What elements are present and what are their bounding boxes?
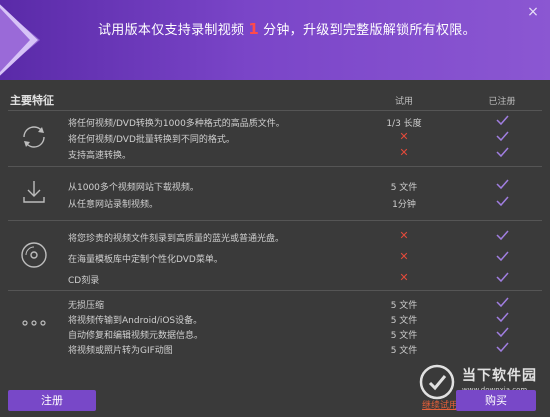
trial-value: 5 文件	[390, 331, 418, 341]
feature-label: 在海量模板库中定制个性化DVD菜单。	[68, 255, 223, 265]
feature-label: CD刻录	[68, 276, 100, 286]
check-icon	[496, 272, 509, 283]
trial-minutes: 1	[248, 20, 260, 38]
feature-label: 将视频传输到Android/iOS设备。	[68, 316, 203, 326]
watermark-title: 当下软件园	[462, 368, 537, 384]
upgrade-banner: 试用版本仅支持录制视频 1 分钟，升级到完整版解锁所有权限。 ×	[0, 0, 550, 80]
check-icon	[496, 312, 509, 323]
check-icon	[496, 342, 509, 353]
divider	[8, 110, 542, 111]
check-icon	[496, 147, 509, 158]
check-icon	[496, 179, 509, 190]
check-icon	[496, 297, 509, 308]
feature-label: 将视频或照片转为GIF动图	[68, 346, 173, 356]
feature-label: 自动修复和编辑视频元数据信息。	[68, 331, 204, 341]
more-icon	[22, 320, 46, 326]
check-icon	[496, 251, 509, 262]
registered-column-header: 已注册	[488, 97, 516, 107]
buy-button[interactable]: 购买	[456, 390, 536, 411]
check-icon	[496, 131, 509, 142]
check-icon	[496, 230, 509, 241]
trial-value: 5 文件	[390, 346, 418, 356]
check-icon	[496, 196, 509, 207]
register-button[interactable]: 注册	[8, 390, 96, 411]
feature-label: 将任何视频/DVD批量转换到不同的格式。	[68, 135, 235, 145]
cross-icon: ✕	[399, 271, 409, 284]
feature-label: 支持高速转换。	[68, 151, 132, 161]
app-logo-icon	[0, 4, 40, 76]
upgrade-message-suffix: 分钟，升级到完整版解锁所有权限。	[263, 23, 476, 38]
disc-icon	[21, 242, 47, 268]
upgrade-message-prefix: 试用版本仅支持录制视频	[98, 23, 245, 38]
cross-icon: ✕	[399, 146, 409, 159]
upgrade-message: 试用版本仅支持录制视频 1 分钟，升级到完整版解锁所有权限。	[98, 19, 476, 38]
feature-label: 无损压缩	[68, 301, 105, 311]
check-icon	[496, 327, 509, 338]
feature-label: 从1000多个视频网站下载视频。	[68, 183, 199, 193]
cross-icon: ✕	[399, 229, 409, 242]
divider	[8, 220, 542, 221]
feature-table-header: 主要特征 试用 已注册	[0, 88, 550, 110]
download-icon	[23, 181, 45, 203]
check-icon	[496, 115, 509, 126]
feature-label: 将您珍贵的视频文件刻录到高质量的蓝光或普通光盘。	[68, 234, 285, 244]
divider	[8, 166, 542, 167]
cross-icon: ✕	[399, 130, 409, 143]
trial-value: 1分钟	[392, 200, 416, 210]
trial-value: 5 文件	[390, 183, 418, 193]
trial-value: 5 文件	[390, 301, 418, 311]
continue-trial-link[interactable]: 继续试用	[422, 398, 458, 411]
watermark-logo-icon	[419, 364, 455, 400]
trial-column-header: 试用	[394, 97, 413, 107]
feature-label: 将任何视频/DVD转换为1000多种格式的高品质文件。	[68, 119, 285, 129]
divider	[8, 290, 542, 291]
features-heading: 主要特征	[10, 94, 54, 107]
trial-value: 5 文件	[390, 316, 418, 326]
convert-icon	[23, 126, 45, 148]
cross-icon: ✕	[399, 250, 409, 263]
trial-value: 1/3 长度	[386, 119, 422, 129]
feature-label: 从任意网站录制视频。	[68, 200, 159, 210]
close-button[interactable]: ×	[526, 5, 540, 19]
